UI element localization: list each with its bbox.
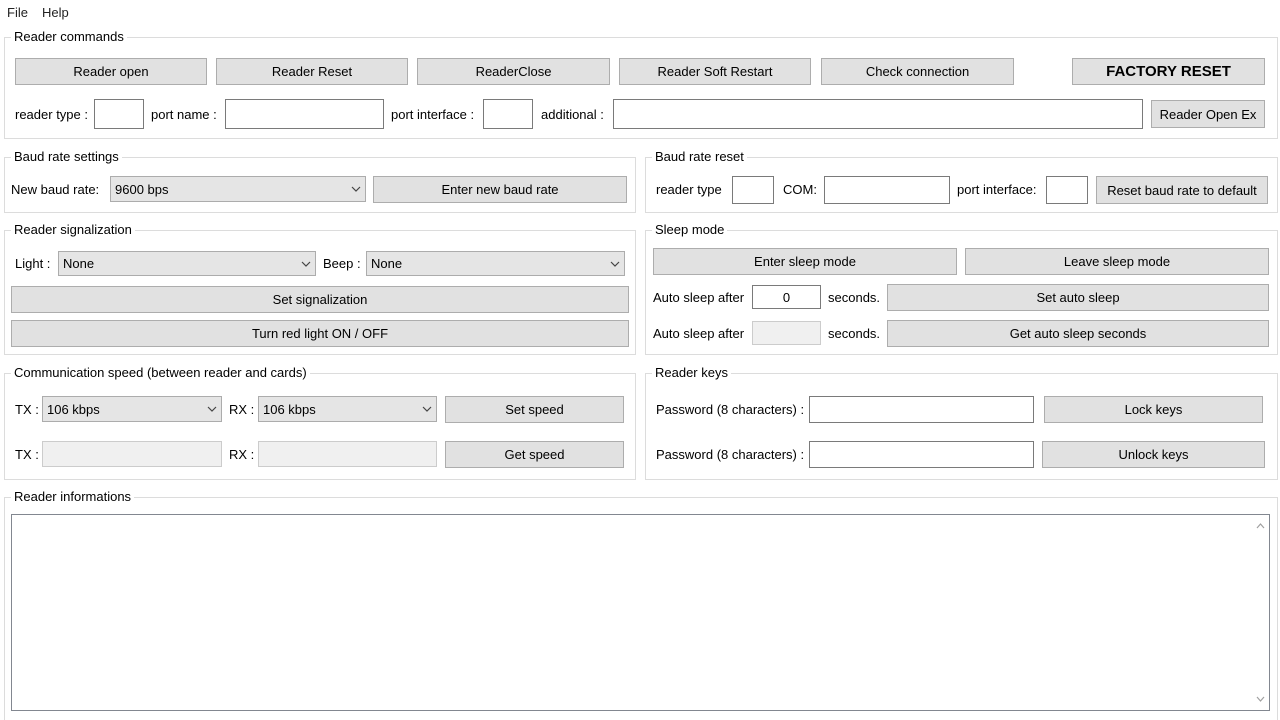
- chevron-down-icon: [606, 252, 624, 275]
- get-speed-button[interactable]: Get speed: [445, 441, 624, 468]
- port-name-label: port name :: [151, 107, 217, 122]
- scroll-down-icon[interactable]: [1255, 694, 1265, 704]
- reader-soft-restart-button[interactable]: Reader Soft Restart: [619, 58, 811, 85]
- reset-reader-type-input[interactable]: [732, 176, 774, 204]
- reader-reset-button[interactable]: Reader Reset: [216, 58, 408, 85]
- tx-value: 106 kbps: [47, 401, 100, 417]
- chevron-down-icon: [203, 397, 221, 421]
- set-speed-button[interactable]: Set speed: [445, 396, 624, 423]
- reader-type-input[interactable]: [94, 99, 144, 129]
- baud-rate-select[interactable]: 9600 bps: [110, 176, 366, 202]
- additional-input[interactable]: [613, 99, 1143, 129]
- reader-info-textarea[interactable]: [11, 514, 1270, 711]
- reader-commands-title: Reader commands: [11, 29, 127, 44]
- lock-keys-button[interactable]: Lock keys: [1044, 396, 1263, 423]
- port-interface-input[interactable]: [483, 99, 533, 129]
- light-label: Light :: [15, 256, 51, 271]
- lock-password-input[interactable]: [809, 396, 1034, 423]
- auto-sleep-input[interactable]: 0: [752, 285, 821, 309]
- additional-label: additional :: [541, 107, 604, 122]
- chevron-down-icon: [347, 177, 365, 201]
- chevron-down-icon: [297, 252, 315, 275]
- beep-select[interactable]: None: [366, 251, 625, 276]
- port-name-input[interactable]: [225, 99, 384, 129]
- set-auto-sleep-button[interactable]: Set auto sleep: [887, 284, 1269, 311]
- reader-keys-title: Reader keys: [652, 365, 731, 380]
- auto-sleep-readonly-input: [752, 321, 821, 345]
- unlock-keys-button[interactable]: Unlock keys: [1042, 441, 1265, 468]
- beep-value: None: [371, 256, 403, 271]
- tx-readonly-input: [42, 441, 222, 467]
- baud-rate-value: 9600 bps: [115, 181, 169, 197]
- factory-reset-button[interactable]: FACTORY RESET: [1072, 58, 1265, 85]
- light-select[interactable]: None: [58, 251, 316, 276]
- comm-speed-title: Communication speed (between reader and …: [11, 365, 310, 380]
- rx-label: RX :: [229, 402, 255, 417]
- reader-open-ex-button[interactable]: Reader Open Ex: [1151, 100, 1265, 128]
- new-baud-label: New baud rate:: [11, 182, 100, 197]
- rx-value: 106 kbps: [263, 401, 316, 417]
- beep-label: Beep :: [323, 256, 361, 271]
- scroll-up-icon[interactable]: [1255, 521, 1265, 531]
- tx-label: TX :: [15, 402, 39, 417]
- password-label-2: Password (8 characters) :: [656, 447, 805, 462]
- enter-sleep-button[interactable]: Enter sleep mode: [653, 248, 957, 275]
- check-connection-button[interactable]: Check connection: [821, 58, 1014, 85]
- port-interface-label: port interface :: [391, 107, 475, 122]
- tx-select[interactable]: 106 kbps: [42, 396, 222, 422]
- reset-port-interface-input[interactable]: [1046, 176, 1088, 204]
- seconds-label-2: seconds.: [828, 326, 881, 341]
- light-value: None: [63, 256, 95, 271]
- reader-info-title: Reader informations: [11, 489, 135, 504]
- set-signalization-button[interactable]: Set signalization: [11, 286, 629, 313]
- chevron-down-icon: [418, 397, 436, 421]
- red-light-toggle-button[interactable]: Turn red light ON / OFF: [11, 320, 629, 347]
- com-input[interactable]: [824, 176, 950, 204]
- reader-close-button[interactable]: ReaderClose: [417, 58, 610, 85]
- menu-bar: File Help: [0, 0, 1280, 24]
- reset-baud-button[interactable]: Reset baud rate to default: [1096, 176, 1268, 204]
- baud-settings-title: Baud rate settings: [11, 149, 122, 164]
- signalization-title: Reader signalization: [11, 222, 135, 237]
- unlock-password-input[interactable]: [809, 441, 1034, 468]
- tx-label-2: TX :: [15, 447, 39, 462]
- reset-port-interface-label: port interface:: [957, 182, 1037, 197]
- menu-file[interactable]: File: [7, 5, 28, 20]
- rx-select[interactable]: 106 kbps: [258, 396, 437, 422]
- com-label: COM:: [783, 182, 817, 197]
- enter-baud-button[interactable]: Enter new baud rate: [373, 176, 627, 203]
- rx-readonly-input: [258, 441, 437, 467]
- password-label: Password (8 characters) :: [656, 402, 805, 417]
- baud-reset-title: Baud rate reset: [652, 149, 747, 164]
- sleep-mode-title: Sleep mode: [652, 222, 728, 237]
- reset-reader-type-label: reader type: [656, 182, 722, 197]
- menu-help[interactable]: Help: [42, 5, 69, 20]
- auto-sleep-label-2: Auto sleep after: [653, 326, 745, 341]
- leave-sleep-button[interactable]: Leave sleep mode: [965, 248, 1269, 275]
- reader-open-button[interactable]: Reader open: [15, 58, 207, 85]
- get-auto-sleep-button[interactable]: Get auto sleep seconds: [887, 320, 1269, 347]
- reader-type-label: reader type :: [15, 107, 88, 122]
- seconds-label: seconds.: [828, 290, 881, 305]
- auto-sleep-label: Auto sleep after: [653, 290, 745, 305]
- rx-label-2: RX :: [229, 447, 255, 462]
